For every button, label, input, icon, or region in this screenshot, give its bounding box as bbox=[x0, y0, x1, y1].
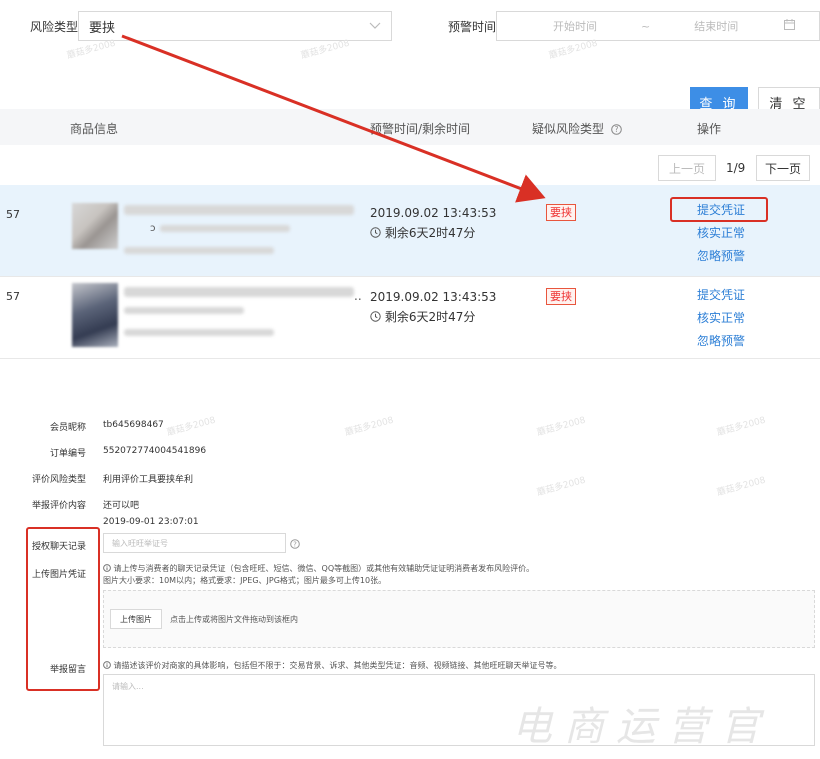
message-hint: 请描述该评价对商家的具体影响，包括但不限于：交易背景、诉求、其他类型凭证：音频、… bbox=[103, 660, 803, 672]
svg-text:?: ? bbox=[293, 541, 297, 549]
help-circle-icon[interactable]: ? bbox=[290, 538, 300, 552]
brand-watermark: 电商运营官 bbox=[512, 704, 772, 750]
member-nick-label: 会员昵称 bbox=[49, 423, 86, 433]
info-icon bbox=[103, 564, 111, 575]
upload-drag-hint: 点击上传或将图片文件拖动到该框内 bbox=[170, 615, 298, 624]
member-nick-value: tb645698467 bbox=[103, 420, 164, 430]
upload-image-button[interactable]: 上传图片 bbox=[110, 609, 162, 629]
chat-record-label: 授权聊天记录 bbox=[31, 542, 86, 552]
upload-evidence-label: 上传图片凭证 bbox=[31, 570, 86, 580]
review-risk-type-label: 评价风险类型 bbox=[31, 475, 86, 485]
review-content-label: 举报评价内容 bbox=[31, 501, 86, 511]
upload-hint: 请上传与消费者的聊天记录凭证（包含旺旺、短信、微信、QQ等截图）或其他有效辅助凭… bbox=[103, 563, 803, 586]
info-icon bbox=[103, 661, 111, 672]
upload-drop-area[interactable]: 上传图片 点击上传或将图片文件拖动到该框内 bbox=[103, 590, 815, 648]
upload-hint-line-2: 图片大小要求：10M以内；格式要求：JPEG、JPG格式；图片最多可上传10张。 bbox=[103, 576, 387, 585]
chat-record-input[interactable]: 输入旺旺举证号 bbox=[103, 533, 286, 553]
review-risk-type-value: 利用评价工具要挟牟利 bbox=[103, 475, 194, 485]
order-no-label: 订单编号 bbox=[49, 449, 86, 459]
review-time: 2019-09-01 23:07:01 bbox=[103, 517, 199, 527]
report-message-label: 举报留言 bbox=[49, 665, 86, 675]
order-no-value: 552072774004541896 bbox=[103, 446, 207, 456]
review-content-value: 还可以吧 bbox=[103, 501, 140, 511]
upload-hint-line-1: 请上传与消费者的聊天记录凭证（包含旺旺、短信、微信、QQ等截图）或其他有效辅助凭… bbox=[113, 564, 535, 573]
message-hint-text: 请描述该评价对商家的具体影响，包括但不限于：交易背景、诉求、其他类型凭证：音频、… bbox=[113, 661, 562, 670]
